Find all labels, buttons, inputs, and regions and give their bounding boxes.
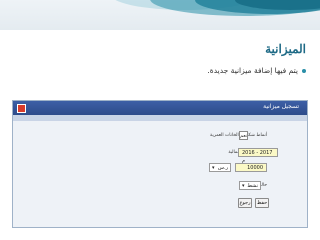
fiscal-year-field[interactable]: 2016 - 2017 م: [238, 148, 278, 164]
top-banner: [0, 0, 320, 30]
account-status-value: نشط: [247, 183, 258, 189]
account-status-select[interactable]: ▾ نشط: [239, 181, 261, 190]
bullet-item: يتم فيها إضافة ميزانية جديدة.: [207, 66, 306, 75]
app-logo-icon: [17, 104, 26, 113]
bullet-icon: [302, 68, 306, 73]
bullet-text: يتم فيها إضافة ميزانية جديدة.: [207, 66, 298, 75]
section-checkbox[interactable]: نعم: [239, 131, 248, 140]
app-screenshot: تسجيل ميزانية أنماط شكليات الخانات العمر…: [12, 100, 308, 228]
back-button[interactable]: رجوع: [238, 198, 252, 208]
chevron-down-icon: ▾: [212, 165, 215, 171]
currency-select[interactable]: ▾ ر.س: [209, 163, 231, 172]
app-header-label: تسجيل ميزانية: [263, 103, 299, 110]
opening-balance-field[interactable]: 10000: [235, 163, 267, 172]
slide-title: الميزانية: [265, 42, 306, 56]
app-header: تسجيل ميزانية: [13, 101, 307, 115]
save-button[interactable]: حفظ: [255, 198, 269, 208]
currency-value: ر.س: [217, 165, 228, 171]
app-subbar: [13, 115, 307, 121]
chevron-down-icon: ▾: [242, 183, 245, 189]
